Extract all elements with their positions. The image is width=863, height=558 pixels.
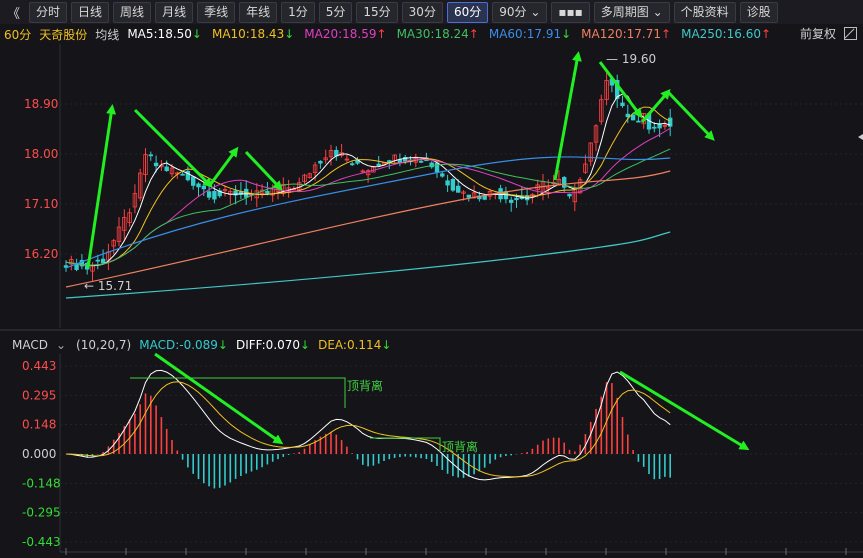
candle-body xyxy=(164,166,169,171)
candle-body xyxy=(630,114,636,121)
candle-body xyxy=(95,259,100,262)
trend-arrow-2 xyxy=(208,146,239,186)
candle-body xyxy=(206,191,212,198)
macd-tick-label: -0.295 xyxy=(22,506,61,520)
candle-body xyxy=(201,185,206,190)
ma250-line xyxy=(65,231,671,299)
candle-body xyxy=(498,188,503,200)
price-tick-label: 18.00 xyxy=(24,147,58,161)
divergence-label-1: 顶背离 xyxy=(347,378,383,393)
candle-body xyxy=(265,190,270,194)
candle-body xyxy=(657,123,662,129)
macd-tick-label: 0.443 xyxy=(22,359,56,373)
candle-body xyxy=(376,163,381,166)
scroll-marker xyxy=(858,134,863,140)
candle-body xyxy=(636,120,641,123)
macd-tick-label: 0.148 xyxy=(22,418,56,432)
candle-body xyxy=(190,176,196,186)
candle-body xyxy=(418,160,424,163)
price-chart[interactable]: 18.90 18.00 17.10 16.20 0.443 0.295 0.148 0.000… xyxy=(0,0,863,558)
candle-body xyxy=(349,163,355,166)
candle-body xyxy=(153,162,159,167)
high-price-label: — 19.60 xyxy=(606,52,656,66)
divergence-line-1 xyxy=(130,377,346,408)
price-tick-label: 17.10 xyxy=(24,197,58,211)
low-price-label: ← 15.71 xyxy=(84,279,132,293)
candle-body xyxy=(620,102,625,107)
candle-body xyxy=(652,126,657,129)
divergence-label-2: 顶背离 xyxy=(442,439,478,454)
candle-body xyxy=(567,193,572,197)
candle-body xyxy=(212,191,217,200)
price-tick-label: 18.90 xyxy=(24,97,58,111)
candle-body xyxy=(482,195,487,200)
candle-body xyxy=(100,258,106,264)
candle-body xyxy=(148,154,153,157)
ma20-line xyxy=(65,127,671,266)
candle-body xyxy=(180,173,185,176)
candle-body xyxy=(455,185,461,193)
macd-tick-label: -0.443 xyxy=(22,535,61,549)
candle-body xyxy=(450,179,456,191)
candle-body xyxy=(466,194,471,198)
candle-body xyxy=(625,113,630,118)
price-tick-label: 16.20 xyxy=(24,247,58,261)
trend-arrow-9 xyxy=(619,370,750,451)
trend-arrow-5 xyxy=(598,61,643,119)
candle-body xyxy=(440,173,445,177)
macd-tick-label: 0.000 xyxy=(22,447,56,461)
candle-body xyxy=(514,197,519,201)
macd-tick-label: -0.148 xyxy=(22,476,61,490)
trend-arrow-4 xyxy=(553,51,582,181)
divergence-line-2 xyxy=(370,437,441,452)
candle-body xyxy=(318,160,323,164)
macd-tick-label: 0.295 xyxy=(22,388,56,402)
ma30-line xyxy=(65,148,671,266)
candle-body xyxy=(196,183,201,188)
trend-arrow-7 xyxy=(666,90,715,141)
candle-body xyxy=(445,180,450,186)
candle-body xyxy=(508,199,514,203)
